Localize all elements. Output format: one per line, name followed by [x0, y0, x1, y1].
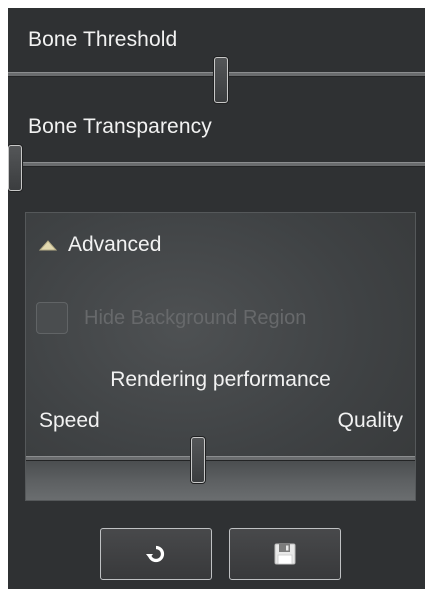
save-button[interactable] — [229, 528, 341, 580]
bone-threshold-label: Bone Threshold — [28, 28, 178, 51]
reset-button[interactable] — [100, 528, 212, 580]
hide-background-option: Hide Background Region — [36, 302, 306, 334]
volume-render-panel: Bone Threshold Bone Transparency Advance… — [8, 8, 425, 589]
rendering-performance-thumb[interactable] — [191, 437, 205, 483]
quality-label: Quality — [337, 409, 403, 432]
refresh-icon — [146, 545, 165, 563]
floppy-disk-icon — [274, 543, 296, 565]
advanced-title: Advanced — [68, 233, 162, 256]
bone-transparency-thumb[interactable] — [8, 145, 22, 191]
rendering-performance-title: Rendering performance — [110, 368, 331, 391]
advanced-toggle[interactable]: Advanced — [38, 231, 161, 259]
bone-transparency-track[interactable] — [8, 162, 425, 167]
rendering-performance-track[interactable] — [26, 456, 415, 461]
collapse-caret-icon — [38, 240, 58, 251]
bone-transparency-label: Bone Transparency — [28, 115, 212, 138]
speed-label: Speed — [39, 409, 100, 432]
hide-background-checkbox — [36, 302, 68, 334]
hide-background-label: Hide Background Region — [84, 306, 307, 329]
rendering-performance-band — [26, 461, 415, 500]
advanced-section: Advanced Hide Background Region Renderin… — [25, 212, 416, 501]
bone-threshold-thumb[interactable] — [214, 57, 228, 103]
